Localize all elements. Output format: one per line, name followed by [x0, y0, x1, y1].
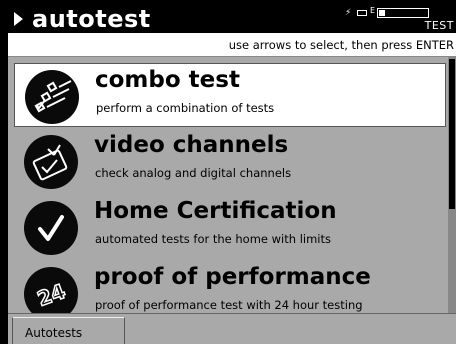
item-title: combo test — [95, 67, 240, 93]
checkmark-icon — [24, 201, 78, 255]
tab-label: Autotests — [25, 326, 83, 340]
test-status-label: TEST — [424, 19, 454, 32]
battery-level-letter: E — [370, 6, 376, 15]
svg-text:24: 24 — [34, 279, 68, 311]
list-item-proof-of-performance[interactable]: 24 proof of performance proof of perform… — [14, 261, 446, 313]
test-progress-meter — [377, 8, 429, 18]
tab-bar: Autotests — [8, 313, 456, 344]
bolt-icon: ⚡ — [345, 8, 352, 18]
list-item-combo-test[interactable]: combo test perform a combination of test… — [14, 63, 446, 127]
list-item-video-channels[interactable]: video channels check analog and digital … — [14, 129, 446, 193]
24-hour-icon: 24 — [24, 267, 78, 313]
item-subtitle: proof of performance test with 24 hour t… — [95, 298, 363, 312]
page-title: autotest — [32, 5, 151, 33]
item-subtitle: perform a combination of tests — [96, 101, 275, 115]
title-bar: autotest ⚡ E TEST — [8, 5, 456, 33]
checklist-icon — [25, 70, 79, 124]
instruction-text: use arrows to select, then press ENTER — [228, 38, 454, 52]
autotest-list: combo test perform a combination of test… — [8, 57, 448, 313]
item-subtitle: check analog and digital channels — [95, 166, 292, 180]
status-area: ⚡ E TEST — [341, 6, 456, 32]
battery-icon — [357, 10, 367, 16]
tab-autotests[interactable]: Autotests — [12, 317, 125, 344]
item-title: proof of performance — [94, 264, 371, 290]
list-scrollbar[interactable] — [448, 57, 456, 313]
instruction-bar: use arrows to select, then press ENTER — [8, 33, 456, 57]
item-title: Home Certification — [94, 198, 337, 224]
list-item-home-certification[interactable]: Home Certification automated tests for t… — [14, 195, 446, 259]
scrollbar-thumb[interactable] — [449, 59, 455, 209]
play-arrow-icon — [14, 12, 23, 26]
tv-check-icon — [24, 135, 78, 189]
item-title: video channels — [94, 132, 289, 158]
item-subtitle: automated tests for the home with limits — [95, 232, 331, 246]
